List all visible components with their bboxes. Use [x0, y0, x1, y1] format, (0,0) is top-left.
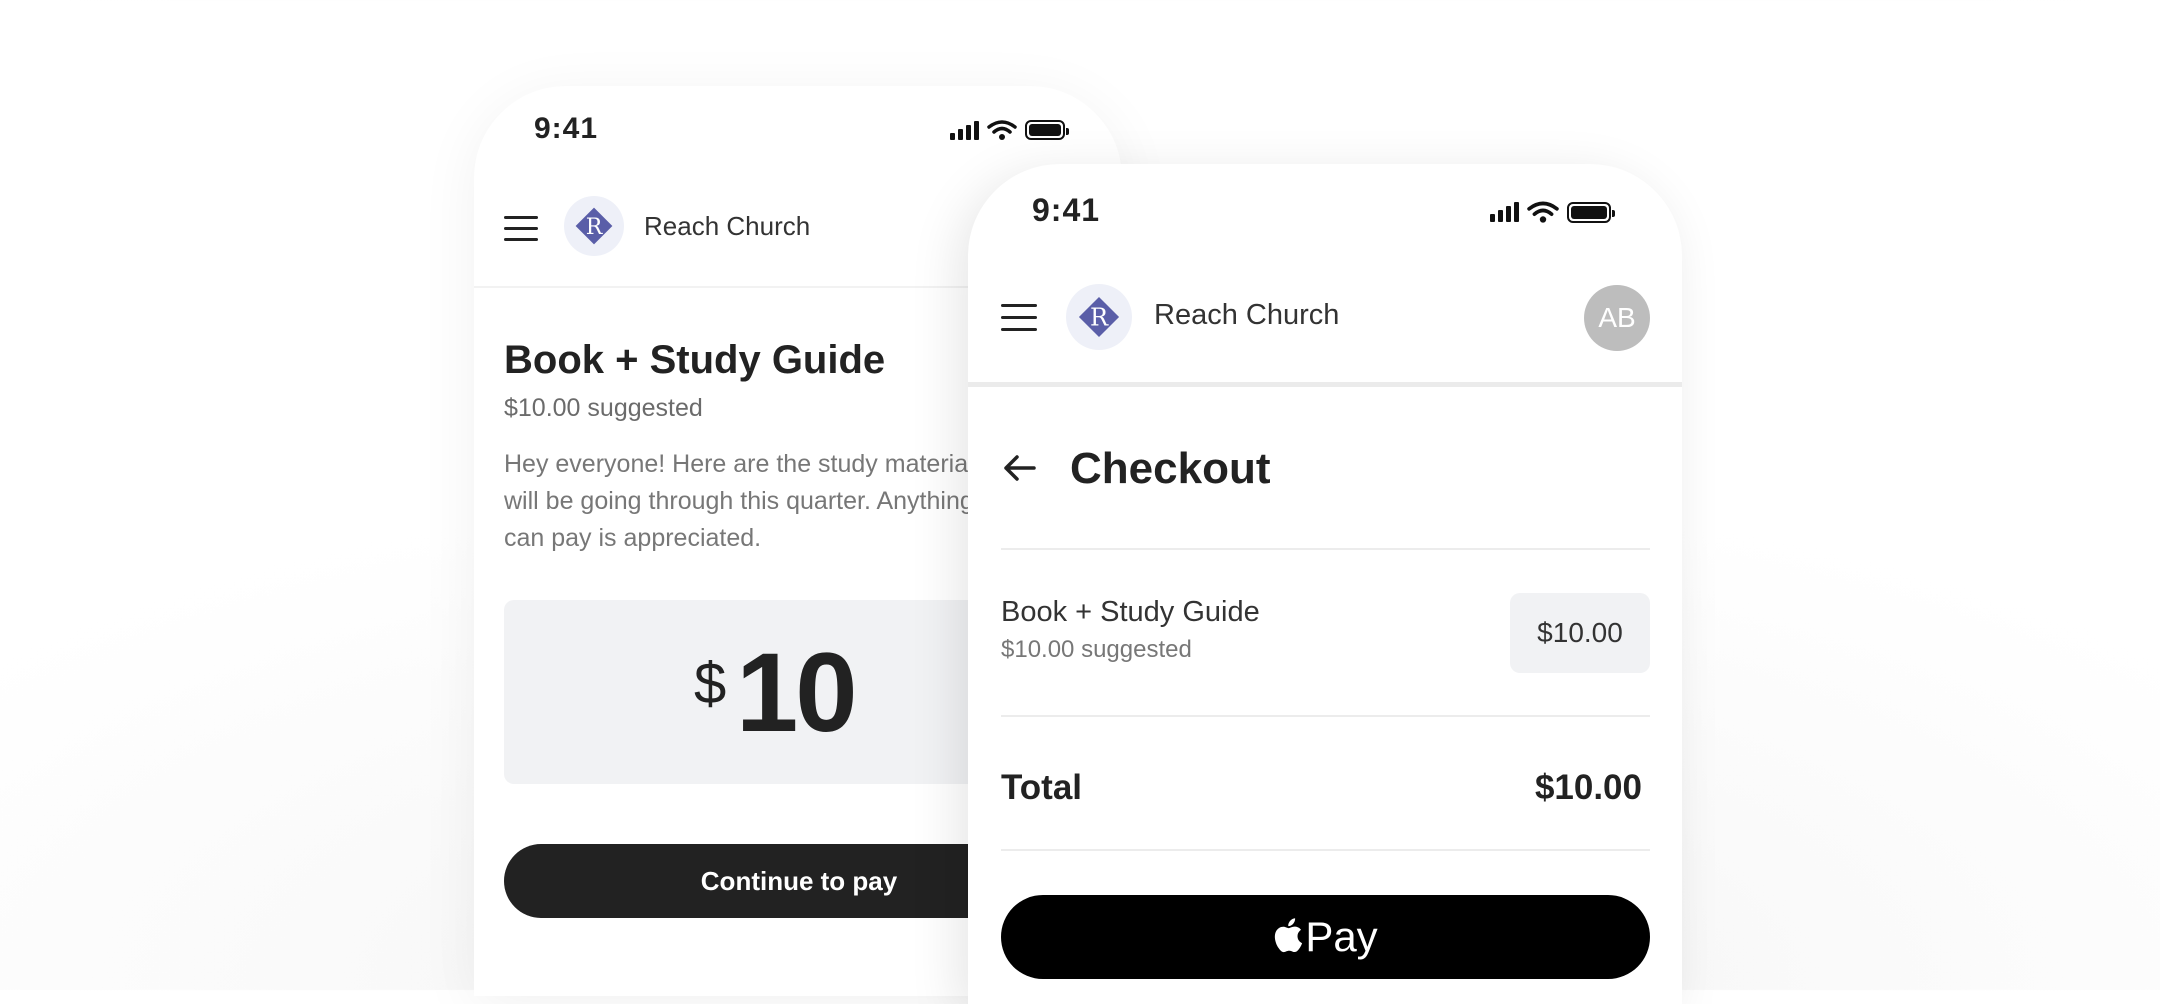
battery-icon	[1025, 120, 1069, 140]
logo-letter: R	[1090, 304, 1109, 332]
church-logo-mark: R	[575, 207, 613, 245]
total-label: Total	[1001, 768, 1083, 807]
line-item-name: Book + Study Guide	[1001, 596, 1260, 628]
apple-pay-button[interactable]: Pay	[1001, 895, 1650, 979]
fund-title: Book + Study Guide	[504, 338, 886, 382]
status-time: 9:41	[534, 112, 599, 145]
signal-icon	[1490, 202, 1519, 222]
amount-value: 10	[736, 630, 858, 755]
menu-icon[interactable]	[504, 216, 538, 241]
church-logo-mark: R	[1078, 296, 1120, 338]
total-value: $10.00	[1534, 768, 1642, 807]
phone-screen-checkout: 9:41 R Reach Church AB Checkout Book + S…	[968, 164, 1682, 1004]
divider	[1001, 548, 1650, 550]
apple-logo-icon	[1275, 918, 1303, 953]
apple-pay-label: Pay	[1305, 913, 1378, 960]
status-time: 9:41	[1032, 192, 1101, 228]
divider	[1001, 849, 1650, 851]
header-divider	[968, 382, 1682, 387]
battery-icon	[1567, 201, 1615, 223]
status-icons	[950, 119, 1069, 141]
org-name: Reach Church	[1154, 299, 1340, 331]
back-arrow-icon[interactable]	[1002, 453, 1036, 483]
church-logo: R	[1066, 284, 1132, 350]
line-item-suggested: $10.00 suggested	[1001, 636, 1192, 663]
wifi-icon	[987, 120, 1017, 140]
continue-to-pay-label: Continue to pay	[700, 865, 898, 896]
amount-currency: $	[694, 651, 727, 716]
signal-icon	[950, 120, 979, 140]
org-name: Reach Church	[644, 211, 811, 241]
divider	[1001, 715, 1650, 717]
logo-letter: R	[586, 215, 604, 240]
wifi-icon	[1527, 201, 1559, 223]
status-icons	[1490, 200, 1615, 224]
church-logo: R	[564, 196, 624, 256]
user-avatar[interactable]: AB	[1584, 285, 1650, 351]
page-title: Checkout	[1070, 444, 1271, 493]
suggested-amount: $10.00 suggested	[504, 394, 703, 422]
line-item-amount-input[interactable]: $10.00	[1510, 593, 1650, 673]
menu-icon[interactable]	[1001, 304, 1037, 331]
